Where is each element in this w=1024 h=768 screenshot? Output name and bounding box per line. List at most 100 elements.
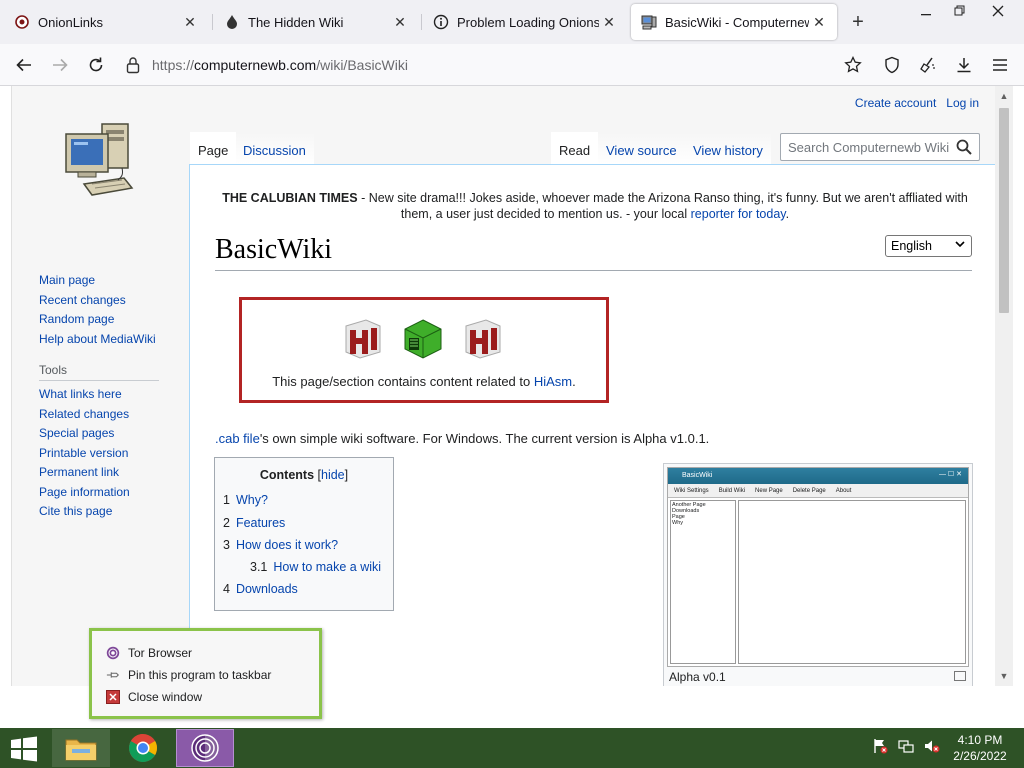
forward-arrow-icon[interactable] <box>47 52 73 78</box>
reporter-link[interactable]: reporter for today <box>691 207 786 221</box>
tab-discussion[interactable]: Discussion <box>235 132 314 164</box>
screenshot-thumbnail: BasicWiki — ☐ ✕ Wiki Settings Build Wiki… <box>663 463 973 686</box>
browser-tab-bar: OnionLinks ✕ The Hidden Wiki ✕ Problem L… <box>0 0 1024 44</box>
sidebar-item-help[interactable]: Help about MediaWiki <box>39 330 189 350</box>
address-bar[interactable]: https://computernewb.com/wiki/BasicWiki <box>118 49 878 81</box>
onionlinks-favicon-icon <box>14 14 30 30</box>
personal-tools: Create account Log in <box>855 96 979 110</box>
close-icon[interactable]: ✕ <box>599 12 619 32</box>
site-logo-computer-icon[interactable] <box>62 122 136 208</box>
tab-basicwiki[interactable]: BasicWiki - Computernewb \ ✕ <box>631 4 837 40</box>
sidebar-item-related-changes[interactable]: Related changes <box>39 405 189 425</box>
close-window-icon[interactable] <box>982 0 1014 22</box>
toc-item[interactable]: 3.1 How to make a wiki <box>250 560 381 578</box>
jumplist-item-tor-browser[interactable]: Tor Browser <box>106 643 192 663</box>
sidebar-item-cite-this-page[interactable]: Cite this page <box>39 502 189 522</box>
language-select[interactable]: English <box>885 235 972 257</box>
toc-item[interactable]: 4 Downloads <box>223 582 298 600</box>
jumplist-label: Pin this program to taskbar <box>128 668 272 682</box>
notice-text: This page/section contains content relat… <box>242 374 606 389</box>
toc-link[interactable]: Features <box>236 516 285 530</box>
jumplist-item-close-window[interactable]: Close window <box>106 687 202 707</box>
tab-view-source[interactable]: View source <box>598 132 685 164</box>
tab-separator <box>212 14 213 30</box>
toc-hide-link[interactable]: hide <box>321 468 345 482</box>
url-path: /wiki/BasicWiki <box>316 57 408 73</box>
windows-start-icon[interactable] <box>10 736 38 762</box>
toc-item[interactable]: 3 How does it work? <box>223 538 338 556</box>
toc-link[interactable]: Why? <box>236 493 268 507</box>
close-icon[interactable]: ✕ <box>809 12 829 32</box>
thumb-toolbar-item: Delete Page <box>792 488 826 494</box>
magnify-icon[interactable] <box>954 671 966 681</box>
jumplist-label: Close window <box>128 690 203 704</box>
restore-icon[interactable] <box>944 0 976 22</box>
search-icon[interactable] <box>955 138 973 156</box>
search-input[interactable]: Search Computernewb Wiki <box>780 133 980 161</box>
sidebar-item-page-information[interactable]: Page information <box>39 483 189 503</box>
toc-link[interactable]: How does it work? <box>236 538 338 552</box>
tab-page[interactable]: Page <box>190 132 237 164</box>
network-icon[interactable] <box>898 738 914 757</box>
tab-read[interactable]: Read <box>551 132 599 164</box>
menu-hamburger-icon[interactable] <box>987 52 1013 78</box>
language-select-value: English <box>891 239 932 253</box>
clock-date: 2/26/2022 <box>953 749 1007 763</box>
chrome-taskbar-icon[interactable] <box>114 729 172 767</box>
page-title: BasicWiki <box>215 234 333 265</box>
hiasm-logo-icon <box>342 318 384 360</box>
toc-item[interactable]: 1 Why? <box>223 493 268 511</box>
scroll-down-icon[interactable]: ▼ <box>995 668 1013 684</box>
toc-title: Contents [hide] <box>259 468 349 482</box>
taskbar-clock[interactable]: 4:10 PM 2/26/2022 <box>940 732 1020 764</box>
toc-number: 4 <box>223 582 230 596</box>
minimize-icon[interactable] <box>910 0 942 22</box>
content-area: THE CALUBIAN TIMES - New site drama!!! J… <box>189 164 996 686</box>
back-arrow-icon[interactable] <box>11 52 37 78</box>
sidebar-item-random-page[interactable]: Random page <box>39 310 189 330</box>
toc-link[interactable]: How to make a wiki <box>273 560 381 574</box>
tab-title: OnionLinks <box>38 14 104 30</box>
close-icon[interactable]: ✕ <box>390 12 410 32</box>
new-identity-broom-icon[interactable] <box>915 52 941 78</box>
toc-item[interactable]: 2 Features <box>223 516 285 534</box>
tab-problem-loading[interactable]: Problem Loading Onionsite ✕ <box>423 4 627 40</box>
cab-file-link[interactable]: .cab file <box>215 431 260 446</box>
sidebar-item-printable-version[interactable]: Printable version <box>39 444 189 464</box>
close-icon[interactable]: ✕ <box>180 12 200 32</box>
page-scrollbar[interactable]: ▲ ▼ <box>995 86 1013 686</box>
sidebar-item-what-links-here[interactable]: What links here <box>39 385 189 405</box>
lock-icon[interactable] <box>126 56 140 77</box>
sidebar-item-recent-changes[interactable]: Recent changes <box>39 291 189 311</box>
info-icon <box>433 14 449 30</box>
pin-icon <box>106 668 120 682</box>
tor-browser-taskbar-icon[interactable] <box>176 729 234 767</box>
jumplist-item-pin[interactable]: Pin this program to taskbar <box>106 665 271 685</box>
sidebar-item-special-pages[interactable]: Special pages <box>39 424 189 444</box>
site-notice-text: - New site drama!!! Jokes aside, whoever… <box>357 191 968 221</box>
create-account-link[interactable]: Create account <box>855 96 936 110</box>
scroll-up-icon[interactable]: ▲ <box>995 88 1013 104</box>
download-icon[interactable] <box>951 52 977 78</box>
toc-link[interactable]: Downloads <box>236 582 298 596</box>
new-tab-plus-icon[interactable]: + <box>846 10 870 34</box>
shield-icon[interactable] <box>879 52 905 78</box>
reload-icon[interactable] <box>83 52 109 78</box>
file-explorer-taskbar-icon[interactable] <box>52 729 110 767</box>
sidebar-item-main-page[interactable]: Main page <box>39 271 189 291</box>
tab-hidden-wiki[interactable]: The Hidden Wiki ✕ <box>214 4 418 40</box>
thumb-window-controls: — ☐ ✕ <box>938 471 962 478</box>
page-viewport: Create account Log in Main page Recent c… <box>11 86 1013 686</box>
sidebar-item-permanent-link[interactable]: Permanent link <box>39 463 189 483</box>
bookmark-star-icon[interactable] <box>840 52 866 78</box>
log-in-link[interactable]: Log in <box>946 96 979 110</box>
green-cube-icon <box>402 318 444 360</box>
action-center-flag-icon[interactable] <box>872 738 888 757</box>
scroll-thumb[interactable] <box>999 108 1009 313</box>
tab-view-history[interactable]: View history <box>685 132 771 164</box>
volume-muted-icon[interactable] <box>924 738 940 757</box>
taskbar-jump-list: Tor Browser Pin this program to taskbar … <box>89 628 322 719</box>
basicwiki-screenshot-image[interactable]: BasicWiki — ☐ ✕ Wiki Settings Build Wiki… <box>667 467 969 667</box>
tab-onionlinks[interactable]: OnionLinks ✕ <box>4 4 208 40</box>
hiasm-link[interactable]: HiAsm <box>534 374 572 389</box>
